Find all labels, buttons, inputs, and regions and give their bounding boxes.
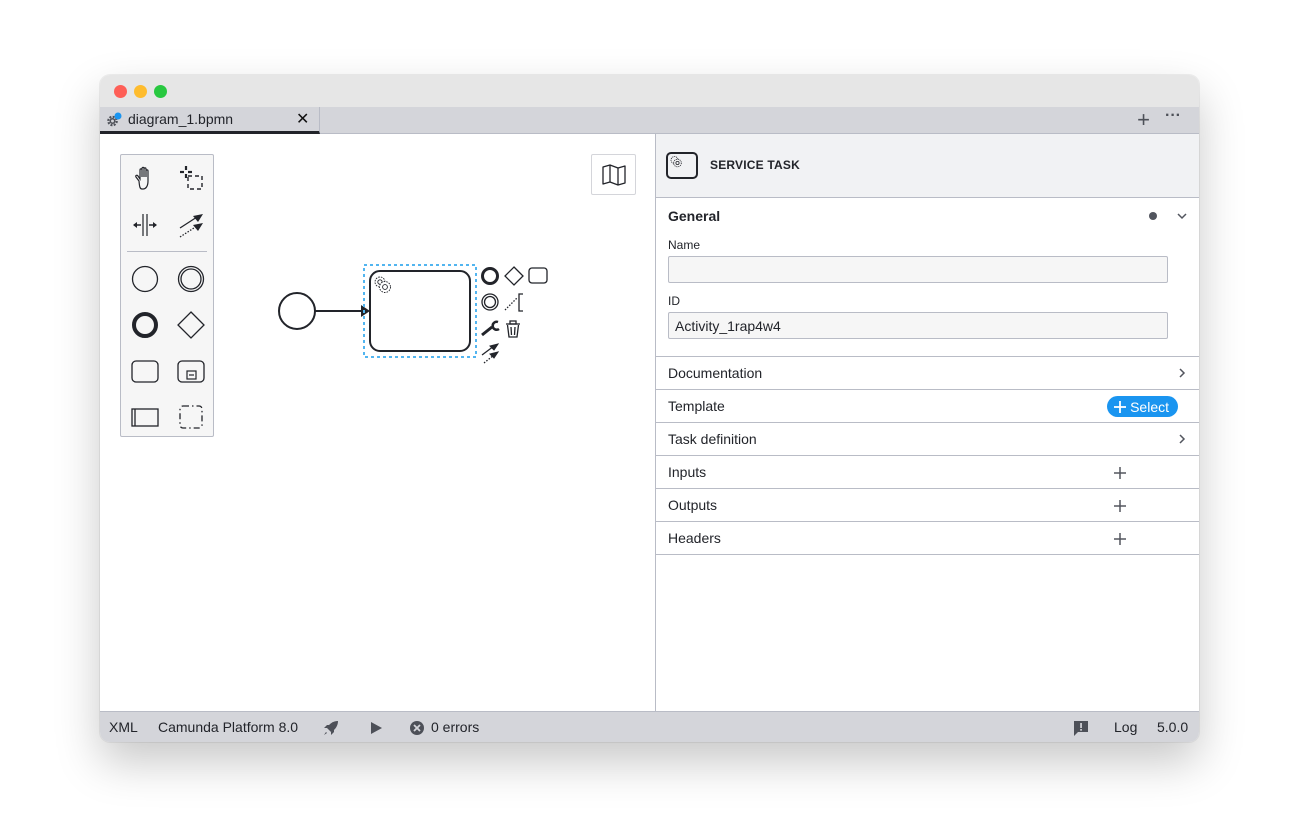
select-template-button[interactable]: Select [1107,396,1178,417]
append-task-icon[interactable] [528,267,548,284]
properties-panel: SERVICE TASK General Name ID Documentati… [655,134,1199,711]
task-icon [131,360,159,383]
space-tool-icon [133,214,157,236]
add-tab-button[interactable]: + [1137,108,1150,132]
minimize-window-button[interactable] [134,85,147,98]
xml-view-button[interactable]: XML [109,719,138,735]
tab-diagram-1[interactable]: diagram_1.bpmn ✕ [100,107,320,134]
connect-icon [179,214,203,238]
connect-icon[interactable] [481,343,500,364]
create-group[interactable] [173,399,209,435]
group-documentation[interactable]: Documentation [656,357,1199,390]
name-label: Name [668,238,701,252]
pool-icon [131,408,159,427]
chevron-right-icon[interactable] [1175,432,1189,446]
chevron-right-icon[interactable] [1175,366,1189,380]
run-play-icon[interactable] [367,719,385,737]
group-inputs[interactable]: Inputs [656,456,1199,489]
close-window-button[interactable] [114,85,127,98]
more-options-button[interactable]: ··· [1165,107,1181,125]
group-documentation-title: Documentation [668,365,763,381]
id-label: ID [668,294,680,308]
palette-separator [127,251,207,252]
service-task-icon [666,152,698,179]
add-header-icon[interactable] [1113,532,1127,546]
start-event-icon [131,265,159,293]
group-inputs-title: Inputs [668,464,707,480]
add-output-icon[interactable] [1113,499,1127,513]
app-window: diagram_1.bpmn ✕ + ··· SERVICE TASK Gene… [100,75,1199,742]
errors-count[interactable]: 0 errors [431,719,479,735]
create-gateway[interactable] [173,307,209,343]
group-template[interactable]: Template Select [656,390,1199,423]
group-template-title: Template [668,398,725,414]
plus-icon [1114,400,1127,413]
app-version: 5.0.0 [1157,719,1189,735]
create-task[interactable] [127,353,163,389]
append-intermediate-event-icon[interactable] [481,293,499,311]
deploy-rocket-icon[interactable] [322,719,340,737]
group-headers-title: Headers [668,530,721,546]
log-button[interactable]: Log [1114,719,1137,735]
lasso-tool[interactable] [173,161,209,197]
global-connect-tool[interactable] [173,207,209,243]
hand-tool[interactable] [127,161,163,197]
delete-icon[interactable] [506,320,520,338]
minimap-toggle-button[interactable] [591,154,636,195]
maximize-window-button[interactable] [154,85,167,98]
group-general: General Name ID [656,198,1199,357]
error-icon[interactable] [408,719,426,737]
title-bar [100,75,1199,107]
tab-bar: diagram_1.bpmn ✕ + ··· [100,107,1199,134]
chevron-down-icon[interactable] [1175,209,1189,223]
space-tool[interactable] [127,207,163,243]
tab-label: diagram_1.bpmn [128,111,234,127]
platform-version-button[interactable]: Camunda Platform 8.0 [158,719,298,735]
context-pad [481,266,548,364]
gear-icon [670,156,682,168]
gateway-icon [177,311,205,339]
append-text-annotation-icon[interactable] [504,293,523,312]
gear-modified-icon [107,112,122,127]
append-gateway-icon[interactable] [504,266,524,286]
group-general-title[interactable]: General [668,208,720,224]
group-outputs[interactable]: Outputs [656,489,1199,522]
map-icon [601,163,626,186]
start-event[interactable] [278,292,316,330]
group-task-definition[interactable]: Task definition [656,423,1199,456]
create-subprocess[interactable] [173,353,209,389]
end-event-icon [132,312,158,338]
group-headers[interactable]: Headers [656,522,1199,555]
group-icon [179,405,203,429]
element-type-title: SERVICE TASK [710,158,800,172]
diagram-canvas[interactable] [100,134,655,711]
close-tab-icon[interactable]: ✕ [296,109,309,129]
create-start-event[interactable] [127,261,163,297]
wrench-icon[interactable] [481,320,500,337]
add-input-icon[interactable] [1113,466,1127,480]
append-end-event-icon[interactable] [481,267,499,285]
hand-icon [135,166,149,190]
sequence-flow-arrow [361,305,370,317]
tool-palette [120,154,214,437]
lasso-icon [180,166,203,190]
properties-header: SERVICE TASK [656,134,1199,198]
group-task-definition-title: Task definition [668,431,757,447]
id-input[interactable] [668,312,1168,339]
subprocess-icon [177,360,205,383]
select-template-label: Select [1130,398,1169,415]
data-marker-dot [1149,212,1157,220]
feedback-icon[interactable] [1072,719,1090,737]
create-pool[interactable] [127,399,163,435]
name-input[interactable] [668,256,1168,283]
create-intermediate-event[interactable] [173,261,209,297]
group-outputs-title: Outputs [668,497,718,513]
status-bar: XML Camunda Platform 8.0 0 errors Log 5.… [100,711,1199,742]
intermediate-event-icon [177,265,205,293]
create-end-event[interactable] [127,307,163,343]
